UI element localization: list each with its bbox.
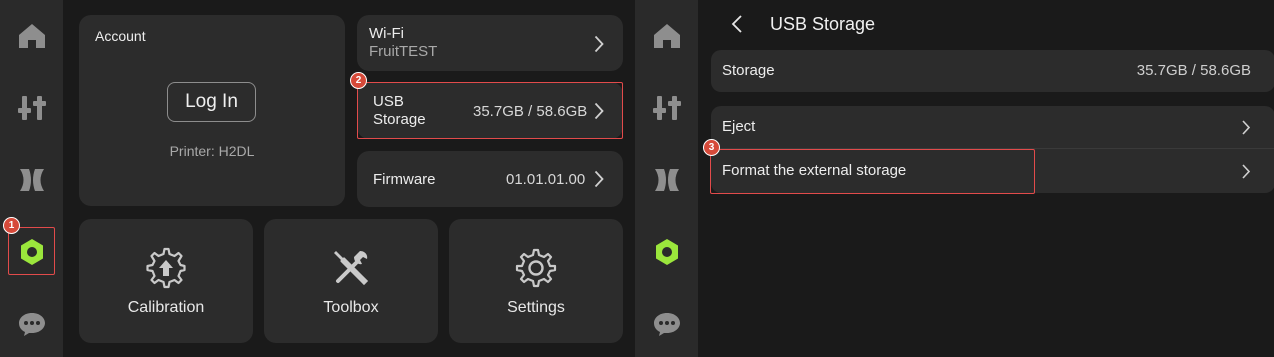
account-title: Account bbox=[95, 28, 146, 44]
format-storage-row[interactable]: Format the external storage bbox=[711, 149, 1274, 193]
gear-icon bbox=[515, 248, 557, 288]
chevron-right-icon bbox=[594, 35, 604, 53]
settings-label: Settings bbox=[507, 299, 565, 316]
storage-info-row: Storage 35.7GB / 58.6GB bbox=[711, 50, 1274, 92]
login-button[interactable]: Log In bbox=[167, 82, 256, 122]
settings-tile[interactable]: Settings bbox=[449, 219, 623, 343]
wifi-network: FruitTEST bbox=[369, 43, 438, 60]
format-label: Format the external storage bbox=[722, 162, 907, 179]
back-arrow-icon[interactable] bbox=[731, 14, 743, 34]
home-icon bbox=[653, 23, 680, 48]
step-2-badge: 2 bbox=[350, 72, 367, 89]
firmware-version: 01.01.01.00 bbox=[506, 171, 586, 188]
sidebar bbox=[0, 0, 63, 357]
settings-hex-icon bbox=[655, 238, 678, 265]
calibration-tile[interactable]: Calibration bbox=[79, 219, 253, 343]
storage-value: 35.7GB / 58.6GB bbox=[1136, 62, 1251, 79]
chevron-right-icon bbox=[1242, 120, 1250, 135]
nav-chat[interactable] bbox=[8, 300, 55, 347]
calibration-label: Calibration bbox=[127, 299, 205, 316]
sidebar bbox=[635, 0, 698, 357]
usb-storage-card[interactable]: USB Storage 35.7GB / 58.6GB bbox=[357, 82, 623, 139]
toolbox-label: Toolbox bbox=[323, 299, 379, 316]
settings-hex-icon bbox=[20, 238, 43, 265]
nav-controls[interactable] bbox=[643, 84, 690, 131]
chevron-right-icon bbox=[594, 102, 604, 120]
wifi-title: Wi-Fi bbox=[369, 25, 404, 42]
chevron-right-icon bbox=[1242, 164, 1250, 179]
home-icon bbox=[18, 23, 45, 48]
nav-settings[interactable] bbox=[8, 228, 55, 275]
usb-storage-screen: USB Storage Storage 35.7GB / 58.6GB Ejec… bbox=[635, 0, 1274, 357]
home-settings-screen: Account Log In Printer: H2DL Wi-Fi Fruit… bbox=[0, 0, 635, 357]
chevron-right-icon bbox=[594, 170, 604, 188]
nav-controls[interactable] bbox=[8, 84, 55, 131]
step-3-badge: 3 bbox=[703, 139, 720, 156]
page-title: USB Storage bbox=[770, 14, 876, 34]
filament-icon bbox=[19, 168, 44, 191]
nav-filament[interactable] bbox=[643, 156, 690, 203]
toolbox-tile[interactable]: Toolbox bbox=[264, 219, 438, 343]
chat-icon bbox=[653, 312, 680, 336]
controls-icon bbox=[17, 95, 46, 120]
eject-label: Eject bbox=[722, 118, 756, 135]
usb-capacity: 35.7GB / 58.6GB bbox=[473, 103, 588, 120]
nav-home[interactable] bbox=[8, 12, 55, 59]
nav-settings[interactable] bbox=[643, 228, 690, 275]
chat-icon bbox=[18, 312, 45, 336]
usb-title-line2: Storage bbox=[373, 111, 426, 128]
nav-home[interactable] bbox=[643, 12, 690, 59]
controls-icon bbox=[652, 95, 681, 120]
toolbox-icon bbox=[334, 251, 369, 286]
step-1-badge: 1 bbox=[3, 217, 20, 234]
storage-label: Storage bbox=[722, 62, 775, 79]
nav-filament[interactable] bbox=[8, 156, 55, 203]
eject-row[interactable]: Eject bbox=[711, 106, 1274, 148]
calibration-icon bbox=[146, 247, 186, 289]
firmware-card[interactable]: Firmware 01.01.01.00 bbox=[357, 151, 623, 207]
account-card: Account Log In Printer: H2DL bbox=[79, 15, 345, 206]
firmware-title: Firmware bbox=[373, 171, 436, 188]
usb-title-line1: USB bbox=[373, 93, 404, 110]
wifi-card[interactable]: Wi-Fi FruitTEST bbox=[357, 15, 623, 71]
nav-chat[interactable] bbox=[643, 300, 690, 347]
filament-icon bbox=[654, 168, 679, 191]
printer-name: Printer: H2DL bbox=[169, 143, 255, 159]
